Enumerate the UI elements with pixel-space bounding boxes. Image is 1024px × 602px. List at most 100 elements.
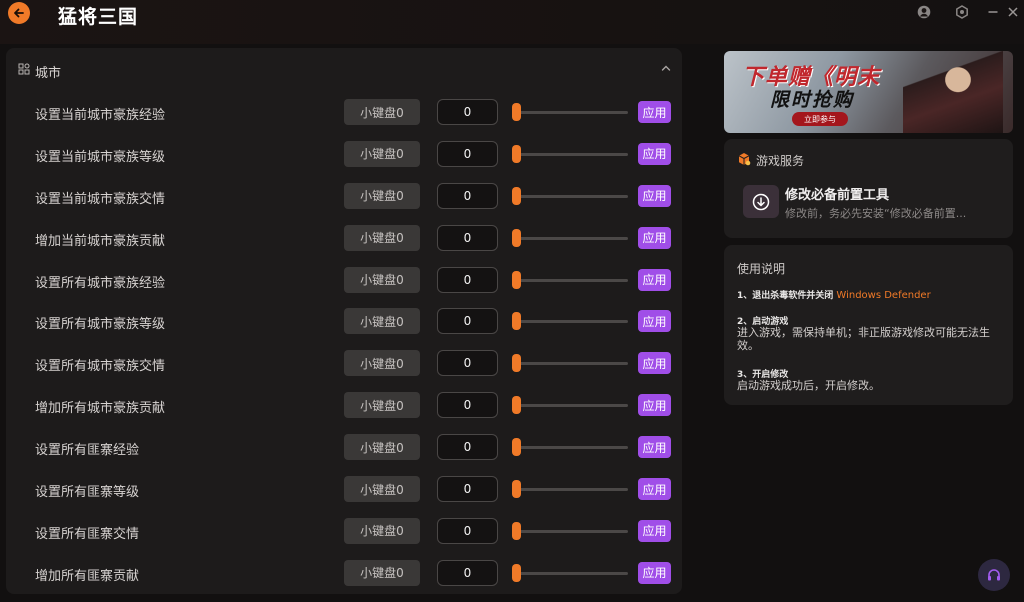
hotkey-button[interactable]: 小键盘0 [344,392,420,419]
value-input[interactable]: 0 [437,266,498,293]
apply-button[interactable]: 应用 [638,101,671,123]
value-slider-thumb[interactable] [512,228,521,247]
value-input[interactable]: 0 [437,182,498,209]
apply-button[interactable]: 应用 [638,268,671,291]
value-slider-thumb[interactable] [512,144,521,163]
cheat-row: 设置当前城市豪族等级 小键盘0 0 应用 [6,134,682,176]
value-slider-track[interactable] [516,152,628,156]
value-slider-thumb[interactable] [512,270,521,289]
value-slider-thumb[interactable] [512,396,521,415]
close-button[interactable] [1004,4,1022,20]
value-input[interactable]: 0 [437,99,498,125]
cheat-row: 增加当前城市豪族贡献 小键盘0 0 应用 [6,218,682,260]
cheat-row: 设置所有城市豪族等级 小键盘0 0 应用 [6,301,682,343]
cheat-label: 增加所有匪寨贡献 [35,568,140,584]
apply-button[interactable]: 应用 [638,394,671,417]
hotkey-button[interactable]: 小键盘0 [344,99,420,125]
value-slider-track[interactable] [516,488,628,492]
value-input[interactable]: 0 [437,224,498,251]
hotkey-button[interactable]: 小键盘0 [344,517,420,544]
cheat-label: 设置所有城市豪族经验 [35,275,166,291]
value-input[interactable]: 0 [437,434,498,461]
value-slider-track[interactable] [516,236,628,240]
minimize-button[interactable] [984,4,1002,20]
banner-cta-button[interactable]: 立即参与 [792,112,848,126]
value-slider-thumb[interactable] [512,563,521,582]
apply-button[interactable]: 应用 [638,184,671,207]
value-slider-track[interactable] [516,529,628,533]
usage-instructions-card: 使用说明 1、退出杀毒软件并关闭 Windows Defender 2、启动游戏… [724,245,1013,405]
tool-name-link[interactable]: 修改必备前置工具 [785,184,889,203]
cheat-row: 设置所有匪寨经验 小键盘0 0 应用 [6,427,682,469]
apply-button[interactable]: 应用 [638,352,671,375]
step1-title: 1、退出杀毒软件并关闭 [737,291,834,301]
download-circle-icon [752,193,770,210]
cheat-row: 增加所有城市豪族贡献 小键盘0 0 应用 [6,385,682,427]
cheat-label: 增加当前城市豪族贡献 [35,233,166,249]
city-grid-icon [18,63,30,75]
hotkey-button[interactable]: 小键盘0 [344,182,420,209]
value-input[interactable]: 0 [437,476,498,503]
apply-button[interactable]: 应用 [638,519,671,542]
cheat-label: 设置所有匪寨等级 [35,485,140,501]
support-button[interactable] [978,559,1010,591]
cheat-row: 设置当前城市豪族交情 小键盘0 0 应用 [6,176,682,218]
value-slider-track[interactable] [516,111,628,114]
value-slider-track[interactable] [516,320,628,324]
value-slider-track[interactable] [516,278,628,282]
value-input[interactable]: 0 [437,392,498,419]
hotkey-button[interactable]: 小键盘0 [344,266,420,293]
value-slider-track[interactable] [516,571,628,575]
cheat-row: 设置所有匪寨等级 小键盘0 0 应用 [6,469,682,511]
value-slider-track[interactable] [516,194,628,198]
apply-button[interactable]: 应用 [638,142,671,165]
apply-button[interactable]: 应用 [638,478,671,501]
cheat-label: 设置当前城市豪族交情 [35,191,166,207]
apply-button[interactable]: 应用 [638,436,671,459]
cheat-row: 增加所有匪寨贡献 小键盘0 0 应用 [6,553,682,595]
cheat-label: 设置所有匪寨交情 [35,526,140,542]
title-bar: 猛将三国 [0,0,1024,44]
game-service-card: 游戏服务 修改必备前置工具 修改前，务必先安装“修改必备前置... [724,139,1013,238]
chevron-up-icon[interactable] [660,62,672,74]
value-slider-thumb[interactable] [512,103,521,121]
apply-button[interactable]: 应用 [638,561,671,584]
value-slider-thumb[interactable] [512,438,521,457]
cheat-label: 设置当前城市豪族等级 [35,149,166,165]
user-icon [917,5,931,19]
promo-banner[interactable]: 下单赠《明末 限时抢购 立即参与 [724,51,1013,133]
hotkey-button[interactable]: 小键盘0 [344,434,420,461]
value-slider-track[interactable] [516,404,628,408]
city-panel: 城市 设置当前城市豪族经验 小键盘0 0 应用 设置当前城市豪族等级 小键盘0 0 应用 设置当… [6,48,682,594]
value-slider-track[interactable] [516,362,628,366]
apply-button[interactable]: 应用 [638,226,671,249]
settings-button[interactable] [953,4,971,20]
back-button[interactable] [8,2,30,24]
usage-title: 使用说明 [737,262,786,276]
value-slider-thumb[interactable] [512,354,521,373]
value-input[interactable]: 0 [437,517,498,544]
value-slider-track[interactable] [516,446,628,450]
section-header[interactable]: 城市 [6,48,682,92]
section-title: 城市 [35,66,62,81]
value-slider-thumb[interactable] [512,312,521,331]
hotkey-button[interactable]: 小键盘0 [344,350,420,377]
close-icon [1008,7,1018,17]
hotkey-button[interactable]: 小键盘0 [344,559,420,586]
value-slider-thumb[interactable] [512,186,521,205]
value-input[interactable]: 0 [437,308,498,335]
user-button[interactable] [915,4,933,20]
value-input[interactable]: 0 [437,350,498,377]
value-input[interactable]: 0 [437,559,498,586]
cheat-row: 设置所有城市豪族交情 小键盘0 0 应用 [6,343,682,385]
value-input[interactable]: 0 [437,140,498,167]
apply-button[interactable]: 应用 [638,310,671,333]
hotkey-button[interactable]: 小键盘0 [344,140,420,167]
cheat-label: 设置所有城市豪族交情 [35,359,166,375]
tool-icon-box[interactable] [743,185,779,218]
hotkey-button[interactable]: 小键盘0 [344,476,420,503]
hotkey-button[interactable]: 小键盘0 [344,308,420,335]
value-slider-thumb[interactable] [512,521,521,540]
value-slider-thumb[interactable] [512,480,521,499]
hotkey-button[interactable]: 小键盘0 [344,224,420,251]
